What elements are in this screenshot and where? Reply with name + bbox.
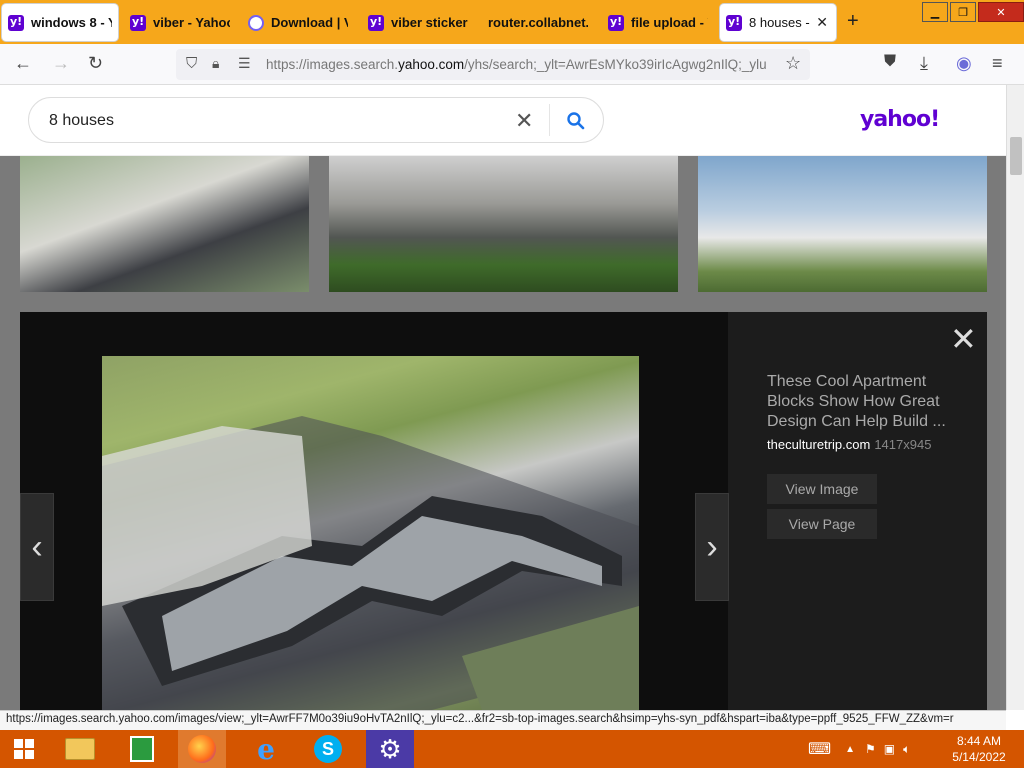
windows-logo-icon [14,739,34,759]
page-content: 8 houses ✕ yahoo! ‹ › ✕ These Cool Apart… [0,85,1006,710]
view-page-button[interactable]: View Page [767,509,877,539]
scrollbar-thumb[interactable] [1010,137,1022,175]
restore-button[interactable]: ❐ [950,2,976,22]
search-icon[interactable] [566,111,586,131]
tab-file-upload[interactable]: file upload - Ya [602,4,714,41]
tab-title: Download | Vib [271,15,348,30]
volume-icon[interactable]: 🔈︎ [903,742,910,757]
account-icon[interactable]: ◉ [956,53,972,74]
tab-viber-yahoo[interactable]: viber - Yahoo S [124,4,236,41]
bookmark-star-icon[interactable]: ☆ [785,53,801,74]
image-source[interactable]: theculturetrip.com 1417x945 [767,437,931,452]
minimize-button[interactable]: ▁ [922,2,948,22]
close-viewer-icon[interactable]: ✕ [950,320,977,358]
source-domain[interactable]: theculturetrip.com [767,437,870,452]
image-viewer: ‹ › ✕ These Cool Apartment Blocks Show H… [20,312,987,710]
internet-explorer-icon[interactable]: e [242,730,290,768]
yahoo-icon [726,14,742,31]
tab-router[interactable]: router.collabnet.lo [482,4,594,41]
file-explorer-icon[interactable] [56,730,104,768]
tab-title: viber - Yahoo S [153,15,230,30]
tab-title: file upload - Ya [631,15,708,30]
yahoo-icon [368,14,384,31]
page-info-icon[interactable]: ☰ [238,55,251,72]
tab-8-houses[interactable]: 8 houses - ✕ [720,4,836,41]
search-input[interactable]: 8 houses [49,112,114,130]
preview-image[interactable] [102,356,639,710]
result-thumbnail[interactable] [329,156,678,292]
tab-title: 8 houses - [749,15,810,30]
result-thumbnail[interactable] [20,156,309,292]
previous-image-button[interactable]: ‹ [20,493,54,601]
tab-title: viber stickers - [391,15,468,30]
search-box[interactable]: 8 houses ✕ [28,97,604,143]
menu-icon[interactable]: ≡ [992,53,1003,74]
close-tab-icon[interactable]: ✕ [816,14,828,31]
downloads-icon[interactable]: ⤓ [920,53,928,74]
yahoo-logo[interactable]: yahoo! [860,107,940,132]
clock-date: 5/14/2022 [952,750,1006,764]
shield-icon[interactable]: ⛉ [186,55,197,72]
image-dimensions: 1417x945 [874,437,932,452]
clock[interactable]: 8:44 AM 5/14/2022 [944,733,1014,765]
new-tab-icon[interactable]: + [847,10,859,33]
action-center-icon[interactable]: ⚑ [865,742,876,756]
view-image-button[interactable]: View Image [767,474,877,504]
store-icon[interactable] [118,730,166,768]
show-hidden-icons-icon[interactable]: ▲ [845,744,855,755]
url-domain: yahoo.com [398,57,465,72]
tab-viber-stickers[interactable]: viber stickers - [362,4,474,41]
tab-strip: windows 8 - Y viber - Yahoo S Download |… [0,0,1024,44]
navigation-bar: ← → ↻ ⛉ 🔒︎ ☰ https://images.search.yahoo… [0,44,1024,85]
network-icon[interactable]: ▣ [884,742,895,756]
permissions-icon[interactable]: 🔒︎ [212,55,219,72]
pocket-icon[interactable]: ⛊ [884,53,896,71]
page-scrollbar[interactable] [1006,85,1024,710]
clear-icon[interactable]: ✕ [515,108,533,134]
image-title[interactable]: These Cool Apartment Blocks Show How Gre… [767,372,957,432]
status-bar: https://images.search.yahoo.com/images/v… [0,710,1006,730]
clock-time: 8:44 AM [956,734,1002,748]
url-path: /yhs/search;_ylt=AwrEsMYko39irIcAgwg2nIl… [464,57,766,72]
yahoo-icon [130,14,146,31]
firefox-icon[interactable] [178,730,226,768]
tab-title: router.collabnet.lo [488,15,588,30]
close-window-button[interactable]: ✕ [978,2,1024,22]
viber-icon [248,14,264,31]
back-icon[interactable]: ← [14,53,32,74]
search-header: 8 houses ✕ yahoo! [0,85,1006,156]
skype-icon[interactable]: S [304,730,352,768]
address-bar[interactable]: ⛉ 🔒︎ ☰ https://images.search.yahoo.com/y… [176,49,810,80]
start-button[interactable] [0,730,48,768]
forward-icon[interactable]: → [52,53,70,74]
image-results: ‹ › ✕ These Cool Apartment Blocks Show H… [0,156,1006,710]
url-text[interactable]: https://images.search.yahoo.com/yhs/sear… [266,57,766,72]
keyboard-icon[interactable]: ⌨ [808,739,831,759]
result-thumbnail[interactable] [698,156,987,292]
taskbar: e S ⚙ ⌨ ▲ ⚑ ▣ 🔈︎ 8:44 AM 5/14/2022 [0,730,1024,768]
search-divider [549,104,550,136]
building-illustration [102,416,639,710]
yahoo-icon [608,14,624,31]
chevron-left-icon: ‹ [31,527,43,566]
system-tray: ⌨ ▲ ⚑ ▣ 🔈︎ [808,730,910,768]
tab-download-viber[interactable]: Download | Vib [242,4,354,41]
yahoo-icon [8,14,24,31]
next-image-button[interactable]: › [695,493,729,601]
viewer-image-panel: ‹ › [20,312,729,710]
settings-app-icon[interactable]: ⚙ [366,730,414,768]
tab-windows-8[interactable]: windows 8 - Y [2,4,118,41]
chevron-right-icon: › [706,527,718,566]
tab-title: windows 8 - Y [31,15,112,30]
reload-icon[interactable]: ↻ [88,53,103,74]
url-prefix: https://images.search. [266,57,399,72]
